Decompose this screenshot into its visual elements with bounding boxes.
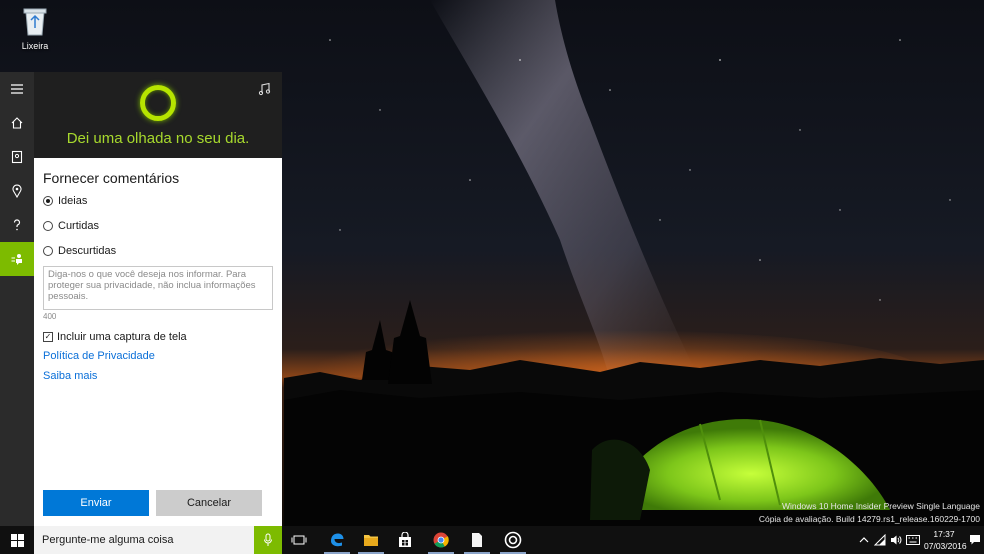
task-view-button[interactable]	[282, 526, 316, 554]
sidebar-item-notebook[interactable]	[0, 140, 34, 174]
feedback-icon	[11, 254, 22, 265]
cortana-search-box[interactable]	[34, 526, 282, 554]
option-ideas[interactable]: Ideias	[43, 195, 87, 207]
volume-button[interactable]	[888, 526, 904, 554]
chrome-icon	[433, 532, 449, 548]
feedback-title: Fornecer comentários	[43, 170, 180, 186]
cortana-header: Dei uma olhada no seu dia.	[34, 72, 282, 158]
option-likes[interactable]: Curtidas	[43, 220, 99, 232]
home-icon	[11, 117, 23, 129]
option-label: Descurtidas	[58, 245, 117, 257]
edge-icon	[331, 533, 344, 547]
clock-date: 07/03/2016	[924, 541, 967, 551]
taskbar-clock[interactable]: 17:37 07/03/2016	[924, 528, 967, 552]
feedback-textarea[interactable]	[43, 266, 273, 310]
network-button[interactable]	[872, 526, 888, 554]
taskbar-app-edge[interactable]	[320, 526, 354, 554]
document-icon	[472, 533, 482, 547]
build-watermark: Windows 10 Home Insider Preview Single L…	[759, 500, 980, 526]
sidebar-item-feedback[interactable]	[0, 242, 34, 276]
option-label: Ideias	[58, 195, 88, 207]
cortana-sidebar	[0, 72, 34, 526]
taskbar-app-file-explorer[interactable]	[354, 526, 388, 554]
cortana-logo-icon	[140, 85, 176, 121]
privacy-policy-link[interactable]: Política de Privacidade	[43, 350, 155, 362]
recycle-bin-label: Lixeira	[21, 41, 49, 51]
char-limit: 400	[43, 312, 57, 321]
cortana-panel: Dei uma olhada no seu dia. Fornecer come…	[0, 72, 282, 526]
sidebar-item-help[interactable]	[0, 208, 34, 242]
microphone-button[interactable]	[254, 526, 282, 554]
question-icon	[13, 219, 21, 231]
feedback-form: Fornecer comentários Ideias Curtidas Des…	[34, 158, 282, 526]
option-dislikes[interactable]: Descurtidas	[43, 245, 116, 257]
sidebar-item-home[interactable]	[0, 106, 34, 140]
sidebar-item-menu[interactable]	[0, 72, 34, 106]
search-input[interactable]	[34, 526, 254, 554]
watermark-edition: Windows 10 Home Insider Preview Single L…	[782, 501, 980, 511]
store-icon	[399, 532, 411, 547]
hamburger-icon	[11, 84, 23, 94]
radio-button[interactable]	[43, 246, 53, 256]
task-view-icon	[291, 535, 307, 545]
screenshot-checkbox[interactable]: ✓	[43, 332, 53, 342]
notebook-icon	[11, 150, 23, 164]
input-indicator-button[interactable]	[905, 526, 921, 554]
chevron-up-icon	[859, 537, 869, 543]
windows-logo-icon	[10, 533, 24, 547]
microphone-icon	[264, 533, 272, 546]
keyboard-icon	[906, 535, 920, 545]
radio-button[interactable]	[43, 196, 53, 206]
show-hidden-icons-button[interactable]	[856, 526, 872, 554]
taskbar-app-document[interactable]	[460, 526, 494, 554]
clock-time: 17:37	[933, 529, 955, 539]
action-center-button[interactable]	[966, 526, 984, 554]
radio-button[interactable]	[43, 221, 53, 231]
lightbulb-pin-icon	[12, 184, 22, 198]
file-explorer-icon	[364, 535, 378, 546]
cortana-greeting: Dei uma olhada no seu dia.	[66, 130, 250, 147]
recycle-bin-shortcut[interactable]: Lixeira	[12, 6, 58, 51]
screenshot-checkbox-label: Incluir uma captura de tela	[57, 331, 187, 343]
music-note-icon[interactable]	[258, 82, 272, 96]
notification-icon	[970, 535, 980, 545]
include-screenshot-option[interactable]: ✓ Incluir uma captura de tela	[43, 331, 187, 343]
taskbar: 17:37 07/03/2016	[0, 526, 984, 554]
groove-icon	[504, 531, 522, 549]
option-label: Curtidas	[58, 220, 99, 232]
recycle-bin-icon	[23, 8, 47, 36]
taskbar-app-groove[interactable]	[496, 526, 530, 554]
submit-button[interactable]: Enviar	[43, 490, 149, 516]
sidebar-item-reminders[interactable]	[0, 174, 34, 208]
network-icon	[874, 534, 886, 546]
learn-more-link[interactable]: Saiba mais	[43, 370, 97, 382]
volume-icon	[891, 535, 902, 545]
taskbar-app-chrome[interactable]	[424, 526, 458, 554]
cancel-button[interactable]: Cancelar	[156, 490, 262, 516]
start-button[interactable]	[0, 526, 34, 554]
taskbar-app-store[interactable]	[388, 526, 422, 554]
watermark-build: Cópia de avaliação. Build 14279.rs1_rele…	[758, 514, 980, 524]
